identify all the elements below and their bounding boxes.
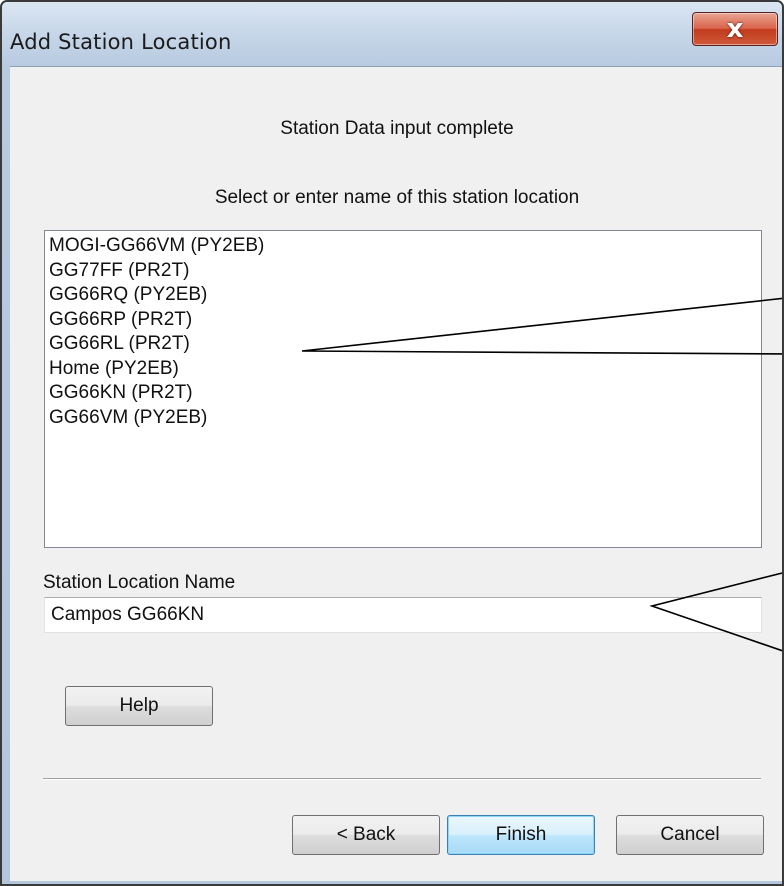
instruction-text: Select or enter name of this station loc… — [214, 187, 580, 208]
list-item[interactable]: GG66RL (PR2T) — [49, 332, 757, 357]
close-button[interactable]: x — [692, 12, 778, 46]
list-item[interactable]: Home (PY2EB) — [49, 357, 757, 382]
status-text: Station Data input complete — [280, 118, 514, 139]
title-bar[interactable]: Add Station Location x — [2, 2, 782, 64]
dialog-title: Add Station Location — [10, 30, 232, 54]
list-item[interactable]: GG77FF (PR2T) — [49, 259, 757, 284]
dialog-body: Station Data input complete Select or en… — [10, 66, 782, 881]
list-item[interactable]: GG66RQ (PY2EB) — [49, 283, 757, 308]
list-item[interactable]: GG66RP (PR2T) — [49, 308, 757, 333]
finish-button[interactable]: Finish — [447, 815, 595, 855]
help-button[interactable]: Help — [65, 686, 213, 726]
station-location-name-label: Station Location Name — [43, 572, 236, 593]
divider — [43, 778, 761, 780]
close-icon: x — [726, 14, 744, 44]
back-button[interactable]: < Back — [292, 815, 440, 855]
cancel-button[interactable]: Cancel — [616, 815, 764, 855]
list-item[interactable]: GG66VM (PY2EB) — [49, 406, 757, 431]
list-item[interactable]: GG66KN (PR2T) — [49, 381, 757, 406]
station-location-name-field[interactable] — [44, 597, 762, 633]
dialog-window: Add Station Location x Station Data inpu… — [0, 0, 784, 886]
list-item[interactable]: MOGI-GG66VM (PY2EB) — [49, 234, 757, 259]
station-location-list[interactable]: MOGI-GG66VM (PY2EB) GG77FF (PR2T) GG66RQ… — [44, 230, 762, 548]
